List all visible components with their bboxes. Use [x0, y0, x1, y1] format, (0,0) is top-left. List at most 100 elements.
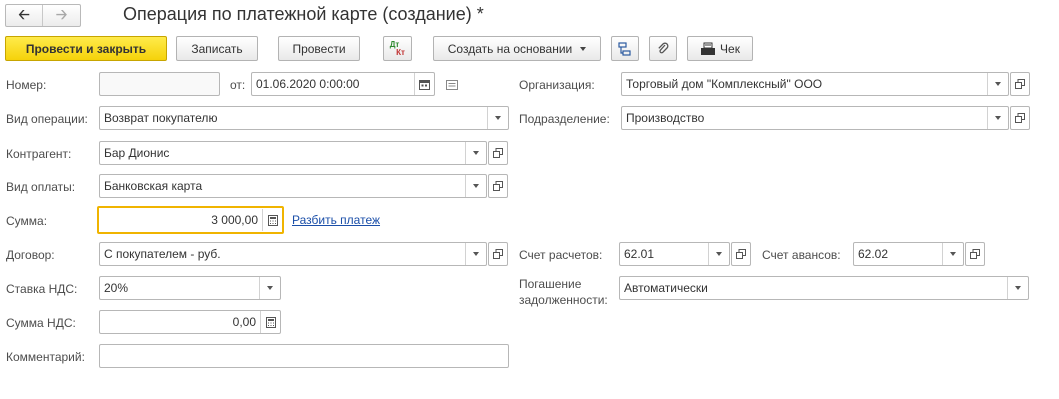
cash-register-icon	[701, 42, 716, 55]
open-window-icon	[736, 249, 746, 259]
calculator-icon[interactable]	[262, 209, 282, 231]
vat-rate-value: 20%	[104, 281, 129, 295]
advance-account-label: Счет авансов:	[762, 248, 841, 262]
organization-field[interactable]: Торговый дом "Комплексный" ООО	[621, 72, 1009, 96]
receipt-label: Чек	[720, 41, 740, 56]
date-label: от:	[230, 78, 246, 92]
amount-value: 3 000,00	[211, 213, 258, 227]
counterparty-value: Бар Дионис	[104, 146, 170, 160]
open-window-icon	[493, 249, 503, 259]
chevron-down-icon	[580, 46, 587, 51]
open-window-icon	[970, 249, 980, 259]
create-based-on-label: Создать на основании	[447, 41, 573, 56]
operation-type-label: Вид операции:	[6, 112, 88, 126]
organization-dropdown-button[interactable]	[987, 73, 1008, 95]
number-field[interactable]	[99, 72, 220, 96]
dtkt-icon-bottom: Кт	[396, 47, 405, 57]
settlement-account-label: Счет расчетов:	[519, 248, 603, 262]
organization-label: Организация:	[519, 78, 595, 92]
chevron-down-icon	[995, 116, 1001, 120]
contract-open-button[interactable]	[488, 242, 508, 266]
navigation-buttons: 🡠 🡢	[5, 4, 81, 27]
chevron-down-icon	[716, 252, 722, 256]
split-payment-link[interactable]: Разбить платеж	[292, 213, 380, 227]
counterparty-field[interactable]: Бар Дионис	[99, 141, 487, 165]
counterparty-open-button[interactable]	[488, 141, 508, 165]
counterparty-label: Контрагент:	[6, 147, 72, 161]
history-icon[interactable]	[446, 79, 458, 93]
operation-type-select[interactable]: Возврат покупателю	[99, 106, 509, 130]
contract-field[interactable]: С покупателем - руб.	[99, 242, 487, 266]
contract-value: С покупателем - руб.	[104, 247, 221, 261]
calculator-icon[interactable]	[260, 311, 280, 333]
settlement-account-open-button[interactable]	[731, 242, 751, 266]
contract-dropdown-button[interactable]	[465, 243, 486, 265]
payment-type-open-button[interactable]	[488, 174, 508, 198]
vat-amount-field[interactable]: 0,00	[99, 310, 281, 334]
chevron-down-icon	[495, 116, 501, 120]
hierarchy-icon	[618, 41, 631, 56]
forward-arrow-icon[interactable]: 🡢	[43, 5, 80, 26]
department-label: Подразделение:	[519, 112, 610, 126]
post-and-close-button[interactable]: Провести и закрыть	[5, 36, 167, 61]
advance-account-dropdown-button[interactable]	[942, 243, 963, 265]
debt-repayment-select[interactable]: Автоматически	[619, 276, 1029, 300]
operation-type-value: Возврат покупателю	[104, 111, 218, 125]
chevron-down-icon	[473, 252, 479, 256]
payment-type-value: Банковская карта	[104, 179, 203, 193]
save-button[interactable]: Записать	[176, 36, 258, 61]
attach-file-button[interactable]	[649, 36, 677, 61]
chevron-down-icon	[473, 151, 479, 155]
open-window-icon	[1015, 79, 1025, 89]
vat-rate-dropdown-button[interactable]	[259, 277, 280, 299]
number-label: Номер:	[6, 78, 47, 92]
chevron-down-icon	[950, 252, 956, 256]
open-window-icon	[1015, 113, 1025, 123]
department-dropdown-button[interactable]	[987, 107, 1008, 129]
amount-label: Сумма:	[6, 214, 48, 228]
chevron-down-icon	[1015, 286, 1021, 290]
contract-label: Договор:	[6, 248, 55, 262]
department-value: Производство	[626, 111, 705, 125]
settlement-account-dropdown-button[interactable]	[708, 243, 729, 265]
organization-open-button[interactable]	[1010, 72, 1030, 96]
counterparty-dropdown-button[interactable]	[465, 142, 486, 164]
department-open-button[interactable]	[1010, 106, 1030, 130]
department-field[interactable]: Производство	[621, 106, 1009, 130]
operation-type-dropdown-button[interactable]	[487, 107, 508, 129]
date-field[interactable]: 01.06.2020 0:00:00	[251, 72, 435, 96]
advance-account-value: 62.02	[858, 247, 889, 261]
receipt-button[interactable]: Чек	[687, 36, 753, 61]
amount-field[interactable]: 3 000,00	[97, 206, 284, 234]
comment-label: Комментарий:	[6, 350, 85, 364]
comment-field[interactable]	[99, 344, 509, 368]
vat-rate-select[interactable]: 20%	[99, 276, 281, 300]
debt-repayment-label-line1: Погашение	[519, 277, 582, 291]
calendar-icon[interactable]	[414, 73, 434, 95]
settlement-account-field[interactable]: 62.01	[619, 242, 730, 266]
chevron-down-icon	[473, 184, 479, 188]
payment-type-dropdown-button[interactable]	[465, 175, 486, 197]
date-value: 01.06.2020 0:00:00	[256, 77, 360, 91]
organization-value: Торговый дом "Комплексный" ООО	[626, 77, 823, 91]
payment-type-label: Вид оплаты:	[6, 180, 76, 194]
debt-repayment-dropdown-button[interactable]	[1007, 277, 1028, 299]
back-arrow-icon[interactable]: 🡠	[6, 5, 44, 26]
vat-amount-value: 0,00	[232, 315, 256, 329]
settlement-account-value: 62.01	[624, 247, 655, 261]
vat-amount-label: Сумма НДС:	[6, 316, 76, 330]
create-based-on-button[interactable]: Создать на основании	[433, 36, 601, 61]
post-button[interactable]: Провести	[278, 36, 360, 61]
paperclip-icon	[658, 42, 669, 53]
debt-repayment-label-line2: задолженности:	[519, 293, 608, 307]
dtkt-report-button[interactable]: Дт Кт	[383, 36, 412, 61]
payment-type-field[interactable]: Банковская карта	[99, 174, 487, 198]
advance-account-field[interactable]: 62.02	[853, 242, 964, 266]
chevron-down-icon	[995, 82, 1001, 86]
open-window-icon	[493, 148, 503, 158]
chevron-down-icon	[267, 286, 273, 290]
page-title: Операция по платежной карте (создание) *	[123, 4, 484, 24]
advance-account-open-button[interactable]	[965, 242, 985, 266]
structure-button[interactable]	[611, 36, 639, 61]
open-window-icon	[493, 181, 503, 191]
